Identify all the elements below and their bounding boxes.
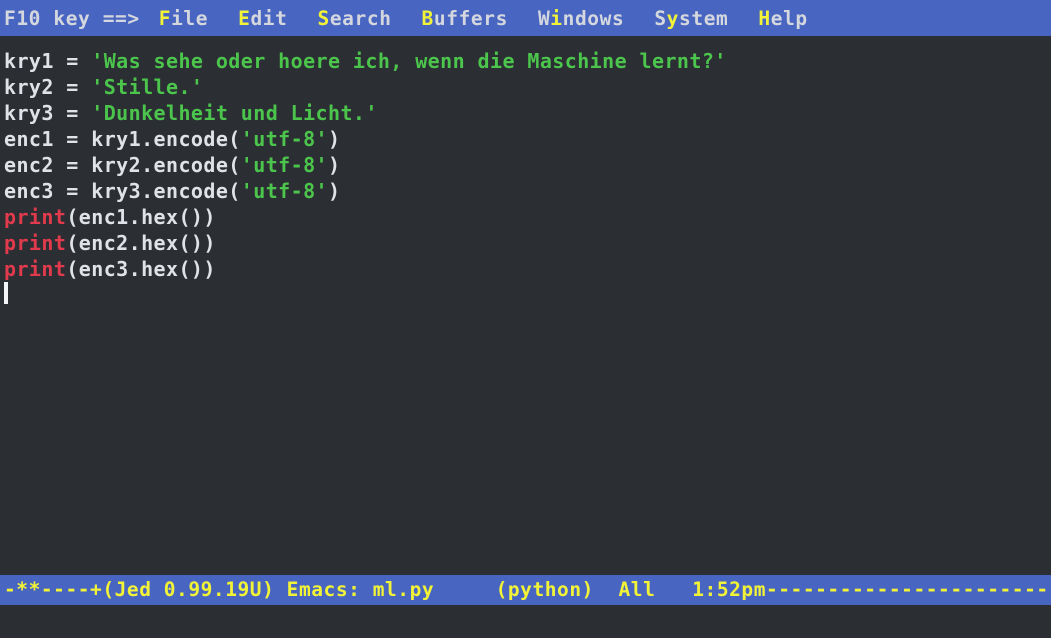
menu-bar: F10 key ==> File Edit Search Buffers Windows…: [0, 0, 1051, 36]
code-line[interactable]: print(enc1.hex()): [4, 204, 1051, 230]
code-token-plain: ): [328, 179, 341, 203]
code-token-keyword: print: [4, 231, 67, 255]
code-token-plain: ): [328, 153, 341, 177]
code-token-string: 'Dunkelheit und Licht.': [91, 101, 378, 125]
code-token-plain: (enc2.hex()): [66, 231, 216, 255]
code-token-plain: (enc1.hex()): [66, 205, 216, 229]
code-token-keyword: print: [4, 205, 67, 229]
code-line[interactable]: kry3 = 'Dunkelheit und Licht.': [4, 100, 1051, 126]
code-token-string: 'Stille.': [91, 75, 204, 99]
status-line: -**----+(Jed 0.99.19U) Emacs: ml.py (pyt…: [0, 575, 1051, 605]
menu-item-hotkey: H: [758, 6, 771, 30]
code-token-plain: enc3 = kry3.encode(: [4, 179, 241, 203]
code-token-string: 'utf-8': [240, 179, 328, 203]
menu-item-edit[interactable]: Edit: [238, 7, 287, 30]
code-line[interactable]: kry1 = 'Was sehe oder hoere ich, wenn di…: [4, 48, 1051, 74]
editor-window: F10 key ==> File Edit Search Buffers Windows…: [0, 0, 1051, 638]
code-buffer[interactable]: kry1 = 'Was sehe oder hoere ich, wenn di…: [0, 36, 1051, 575]
menu-item-label: uffers: [433, 6, 508, 30]
code-token-plain: kry2 =: [4, 75, 92, 99]
code-token-plain: enc1 = kry1.encode(: [4, 127, 241, 151]
menu-item-hotkey: E: [238, 6, 251, 30]
menu-item-label: dit: [250, 6, 288, 30]
menu-item-label: ile: [171, 6, 209, 30]
menu-item-label: stem: [679, 6, 729, 30]
code-token-plain: ): [328, 127, 341, 151]
text-cursor: [4, 282, 8, 304]
menu-item-hotkey: F: [158, 6, 172, 30]
code-line[interactable]: print(enc3.hex()): [4, 256, 1051, 282]
menu-item-system[interactable]: System: [654, 7, 728, 30]
menu-item-windows[interactable]: Windows: [538, 7, 624, 30]
menu-prompt-label: F10 key ==>: [4, 6, 140, 30]
code-line[interactable]: enc3 = kry3.encode('utf-8'): [4, 178, 1051, 204]
menu-item-search[interactable]: Search: [318, 7, 392, 30]
code-token-keyword: print: [4, 257, 67, 281]
code-token-string: 'utf-8': [240, 153, 328, 177]
code-line[interactable]: enc2 = kry2.encode('utf-8'): [4, 152, 1051, 178]
code-line[interactable]: print(enc2.hex()): [4, 230, 1051, 256]
code-token-plain: kry3 =: [4, 101, 92, 125]
code-line[interactable]: kry2 = 'Stille.': [4, 74, 1051, 100]
code-line[interactable]: enc1 = kry1.encode('utf-8'): [4, 126, 1051, 152]
menu-item-buffers[interactable]: Buffers: [422, 7, 508, 30]
code-token-plain: (enc3.hex()): [66, 257, 216, 281]
code-token-plain: enc2 = kry2.encode(: [4, 153, 241, 177]
code-token-string: 'utf-8': [240, 127, 328, 151]
menu-item-hotkey: y: [666, 6, 680, 30]
minibuffer[interactable]: [0, 605, 1051, 638]
menu-item-hotkey: i: [550, 6, 563, 30]
menu-item-label: ndows: [562, 6, 625, 30]
menu-items-container: File Edit Search Buffers Windows System Help: [159, 7, 838, 30]
code-token-plain: kry1 =: [4, 49, 92, 73]
menu-item-hotkey: B: [421, 6, 434, 30]
menu-item-file[interactable]: File: [159, 7, 208, 30]
menu-item-label: S: [654, 6, 667, 30]
menu-item-help[interactable]: Help: [758, 7, 807, 30]
menu-item-label: earch: [329, 6, 392, 30]
code-token-string: 'Was sehe oder hoere ich, wenn die Masch…: [91, 49, 727, 73]
menu-item-label: W: [537, 6, 551, 30]
menu-item-label: elp: [770, 6, 808, 30]
menu-item-hotkey: S: [317, 6, 330, 30]
code-lines-container: kry1 = 'Was sehe oder hoere ich, wenn di…: [4, 48, 1051, 282]
